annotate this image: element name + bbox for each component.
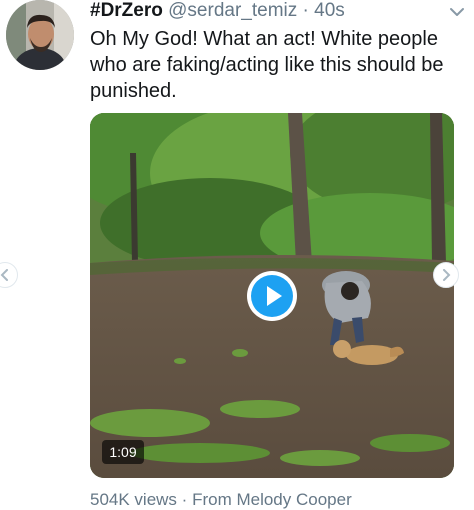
view-count: 504K views — [90, 490, 177, 509]
previous-arrow-button[interactable] — [0, 262, 18, 288]
chevron-left-icon — [0, 269, 8, 281]
display-name[interactable]: #DrZero — [90, 0, 163, 21]
separator: · — [302, 0, 309, 21]
play-icon[interactable] — [246, 270, 298, 322]
video-meta: 504K views · From Melody Cooper — [90, 490, 352, 510]
footer-separator: · — [181, 490, 188, 509]
tweet[interactable]: #DrZero @serdar_temiz · 40s Oh My God! W… — [0, 0, 474, 509]
chevron-right-icon — [443, 269, 451, 281]
tweet-header: #DrZero @serdar_temiz · 40s — [90, 0, 444, 24]
avatar[interactable] — [6, 0, 74, 70]
video-source[interactable]: From Melody Cooper — [192, 490, 352, 509]
next-arrow-button[interactable] — [433, 262, 459, 288]
video-duration: 1:09 — [102, 440, 144, 464]
tweet-text: Oh My God! What an act! White people who… — [90, 28, 444, 102]
chevron-down-icon[interactable] — [448, 6, 466, 18]
handle[interactable]: @serdar_temiz — [168, 0, 297, 21]
timestamp[interactable]: 40s — [314, 0, 345, 21]
